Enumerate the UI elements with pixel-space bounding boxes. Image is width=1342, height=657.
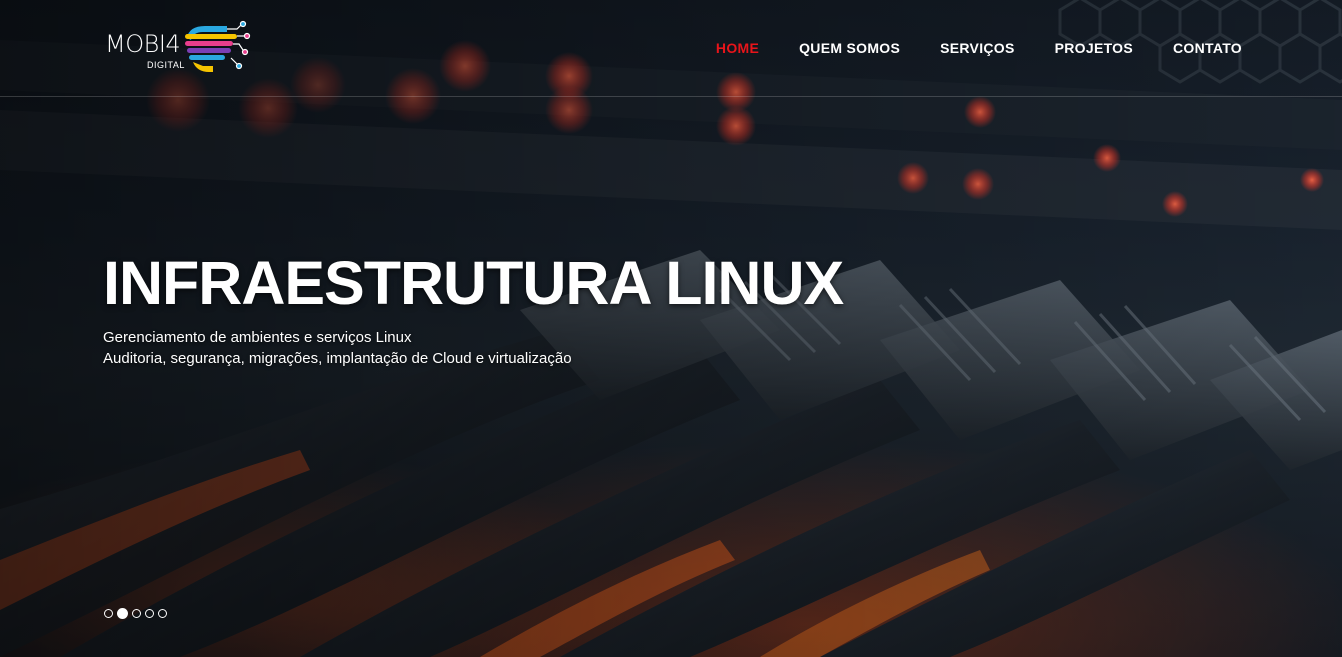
- nav-item-contato[interactable]: CONTATO: [1173, 40, 1242, 56]
- slider-dot-3[interactable]: [132, 609, 141, 618]
- nav-item-home[interactable]: HOME: [716, 40, 759, 56]
- slider-pagination: [104, 608, 167, 619]
- slider-dot-4[interactable]: [145, 609, 154, 618]
- logo-wordmark: MOBI4: [105, 30, 181, 58]
- site-header: MOBI4 DIGITAL HOME QUEM SOMOS SERVIÇOS P…: [0, 0, 1342, 97]
- hero-description: Gerenciamento de ambientes e serviços Li…: [103, 327, 572, 369]
- slider-dot-5[interactable]: [158, 609, 167, 618]
- nav-item-projetos[interactable]: PROJETOS: [1055, 40, 1133, 56]
- slider-dot-1[interactable]: [104, 609, 113, 618]
- logo-link[interactable]: MOBI4 DIGITAL: [105, 20, 255, 76]
- hero-description-line: Auditoria, segurança, migrações, implant…: [103, 350, 572, 367]
- slider-dot-2[interactable]: [117, 608, 128, 619]
- hero-title: INFRAESTRUTURA LINUX: [103, 249, 844, 317]
- nav-item-quem-somos[interactable]: QUEM SOMOS: [799, 40, 900, 56]
- hero-description-line: Gerenciamento de ambientes e serviços Li…: [103, 329, 412, 346]
- main-nav: HOME QUEM SOMOS SERVIÇOS PROJETOS CONTAT…: [716, 40, 1242, 56]
- nav-item-servicos[interactable]: SERVIÇOS: [940, 40, 1015, 56]
- brain-circuit-logo-icon: [185, 20, 251, 72]
